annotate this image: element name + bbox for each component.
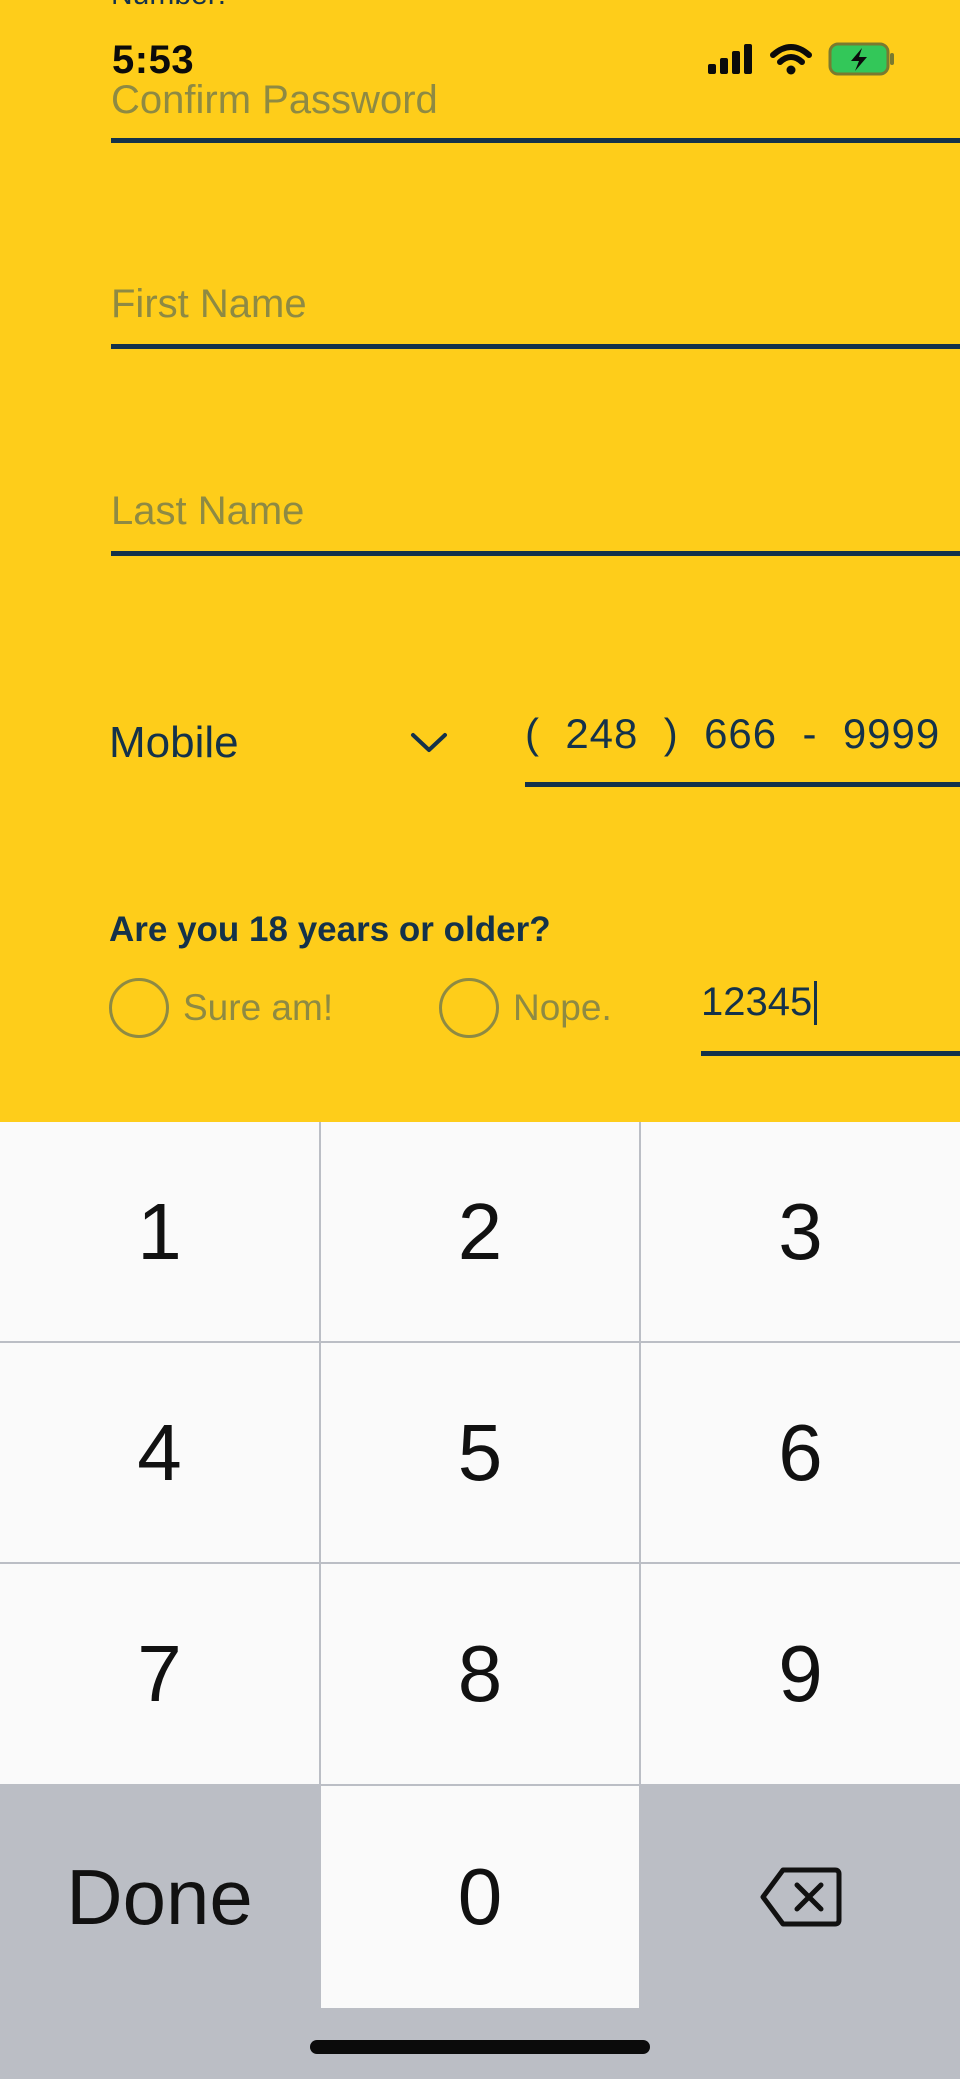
backspace-icon: [760, 1867, 841, 1927]
status-icons: [708, 42, 896, 76]
phone-prefix: 666: [704, 710, 778, 757]
key-3[interactable]: 3: [641, 1122, 960, 1341]
age-question: Are you 18 years or older?: [109, 910, 551, 949]
phone-line: 9999: [842, 710, 941, 757]
last-name-field[interactable]: Last Name: [111, 489, 960, 559]
first-name-underline: [111, 344, 960, 349]
radio-button-yes[interactable]: [109, 978, 169, 1038]
status-time: 5:53: [112, 38, 195, 82]
phone-type-value: Mobile: [109, 718, 239, 767]
zip-code-value: 12345: [701, 980, 813, 1024]
phone-number-value: ( 248 ) 666 - 9999: [525, 710, 941, 757]
done-key[interactable]: Done: [0, 1786, 319, 2008]
cellular-signal-icon: [708, 44, 752, 74]
first-name-field[interactable]: First Name: [111, 282, 960, 352]
age-option-yes-label: Sure am!: [183, 987, 334, 1028]
numeric-keypad: 1 2 3 4 5 6 7 8 9 Done 0: [0, 1122, 960, 2079]
key-8[interactable]: 8: [321, 1564, 639, 1784]
key-5[interactable]: 5: [321, 1343, 639, 1562]
zip-code-field[interactable]: 12345: [701, 980, 960, 1056]
key-2[interactable]: 2: [321, 1122, 639, 1341]
age-option-yes[interactable]: Sure am!: [109, 978, 333, 1038]
confirm-password-field[interactable]: Confirm Password: [111, 78, 960, 148]
key-1[interactable]: 1: [0, 1122, 319, 1341]
phone-area-code: 248: [565, 710, 639, 757]
phone-type-dropdown[interactable]: Mobile: [109, 713, 449, 773]
age-option-no-label: Nope.: [513, 987, 612, 1028]
radio-button-no[interactable]: [439, 978, 499, 1038]
home-indicator[interactable]: [310, 2040, 650, 2054]
chevron-down-icon: [411, 733, 447, 752]
key-6[interactable]: 6: [641, 1343, 960, 1562]
last-name-underline: [111, 551, 960, 556]
delete-key[interactable]: [641, 1786, 960, 2008]
text-cursor: [814, 980, 818, 1025]
wifi-icon: [770, 44, 812, 75]
key-7[interactable]: 7: [0, 1564, 319, 1784]
phone-number-field[interactable]: ( 248 ) 666 - 9999: [525, 710, 960, 787]
confirm-password-underline: [111, 138, 960, 143]
phone-number-underline: [525, 782, 960, 787]
key-4[interactable]: 4: [0, 1343, 319, 1562]
battery-charging-icon: [828, 42, 894, 76]
age-option-no[interactable]: Nope.: [439, 978, 612, 1038]
last-name-placeholder: Last Name: [111, 489, 305, 533]
key-0[interactable]: 0: [321, 1786, 639, 2008]
confirm-password-placeholder: Confirm Password: [111, 78, 438, 122]
key-9[interactable]: 9: [641, 1564, 960, 1784]
first-name-placeholder: First Name: [111, 282, 307, 326]
signup-form: Number: 5:53 Confirm Password: [0, 0, 960, 1122]
zip-code-underline: [701, 1051, 960, 1056]
